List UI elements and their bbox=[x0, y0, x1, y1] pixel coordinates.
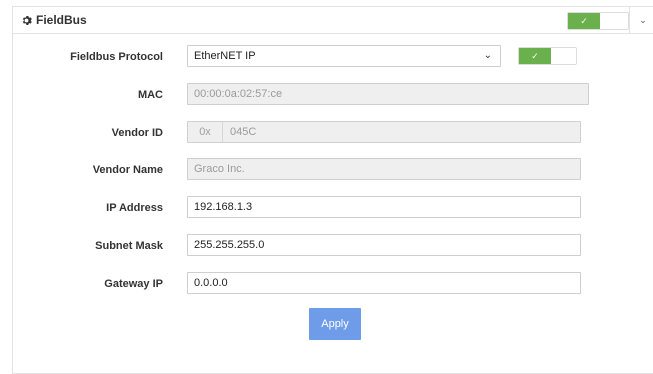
vendor-id-value: 045C bbox=[230, 126, 257, 138]
protocol-enable-toggle[interactable]: ✓ bbox=[518, 47, 577, 65]
chevron-down-icon: ⌄ bbox=[483, 50, 492, 61]
row-mac: MAC 00:00:0a:02:57:ce bbox=[13, 83, 643, 107]
row-ip-address: IP Address 192.168.1.3 bbox=[13, 196, 643, 220]
row-gateway-ip: Gateway IP 0.0.0.0 bbox=[13, 272, 643, 296]
check-icon: ✓ bbox=[519, 48, 551, 64]
check-icon: ✓ bbox=[568, 13, 600, 29]
mac-field[interactable]: 00:00:0a:02:57:ce bbox=[187, 83, 589, 105]
panel-header: FieldBus ✓ ⌄ bbox=[13, 7, 653, 34]
panel-title: FieldBus bbox=[21, 13, 87, 27]
subnet-mask-input[interactable]: 255.255.255.0 bbox=[187, 234, 581, 256]
subnet-mask-label: Subnet Mask bbox=[95, 240, 163, 252]
row-vendor-id: Vendor ID 0x 045C bbox=[13, 121, 643, 145]
gateway-ip-input[interactable]: 0.0.0.0 bbox=[187, 272, 581, 294]
apply-button[interactable]: Apply bbox=[309, 308, 361, 340]
row-fieldbus-protocol: Fieldbus Protocol EtherNET IP ⌄ ✓ bbox=[13, 45, 643, 69]
fieldbus-protocol-value: EtherNET IP bbox=[194, 50, 256, 62]
vendor-name-label: Vendor Name bbox=[92, 164, 163, 176]
vendor-id-field[interactable]: 0x 045C bbox=[187, 121, 581, 143]
gateway-ip-label: Gateway IP bbox=[104, 278, 163, 290]
row-vendor-name: Vendor Name Graco Inc. bbox=[13, 158, 643, 182]
mac-label: MAC bbox=[137, 89, 163, 101]
chevron-down-icon: ⌄ bbox=[639, 14, 647, 25]
collapse-button[interactable]: ⌄ bbox=[629, 7, 653, 33]
ip-address-label: IP Address bbox=[106, 202, 163, 214]
fieldbus-enable-toggle[interactable]: ✓ bbox=[567, 12, 629, 30]
gear-icon bbox=[22, 15, 32, 25]
hex-prefix: 0x bbox=[188, 122, 223, 142]
fieldbus-panel: FieldBus ✓ ⌄ Fieldbus Protocol EtherNET … bbox=[12, 6, 653, 374]
vendor-id-label: Vendor ID bbox=[111, 127, 163, 139]
fieldbus-protocol-select[interactable]: EtherNET IP ⌄ bbox=[187, 45, 501, 67]
fieldbus-protocol-label: Fieldbus Protocol bbox=[70, 51, 163, 63]
ip-address-input[interactable]: 192.168.1.3 bbox=[187, 196, 581, 218]
vendor-name-field[interactable]: Graco Inc. bbox=[187, 158, 581, 180]
panel-title-text: FieldBus bbox=[36, 13, 87, 27]
row-subnet-mask: Subnet Mask 255.255.255.0 bbox=[13, 234, 643, 258]
